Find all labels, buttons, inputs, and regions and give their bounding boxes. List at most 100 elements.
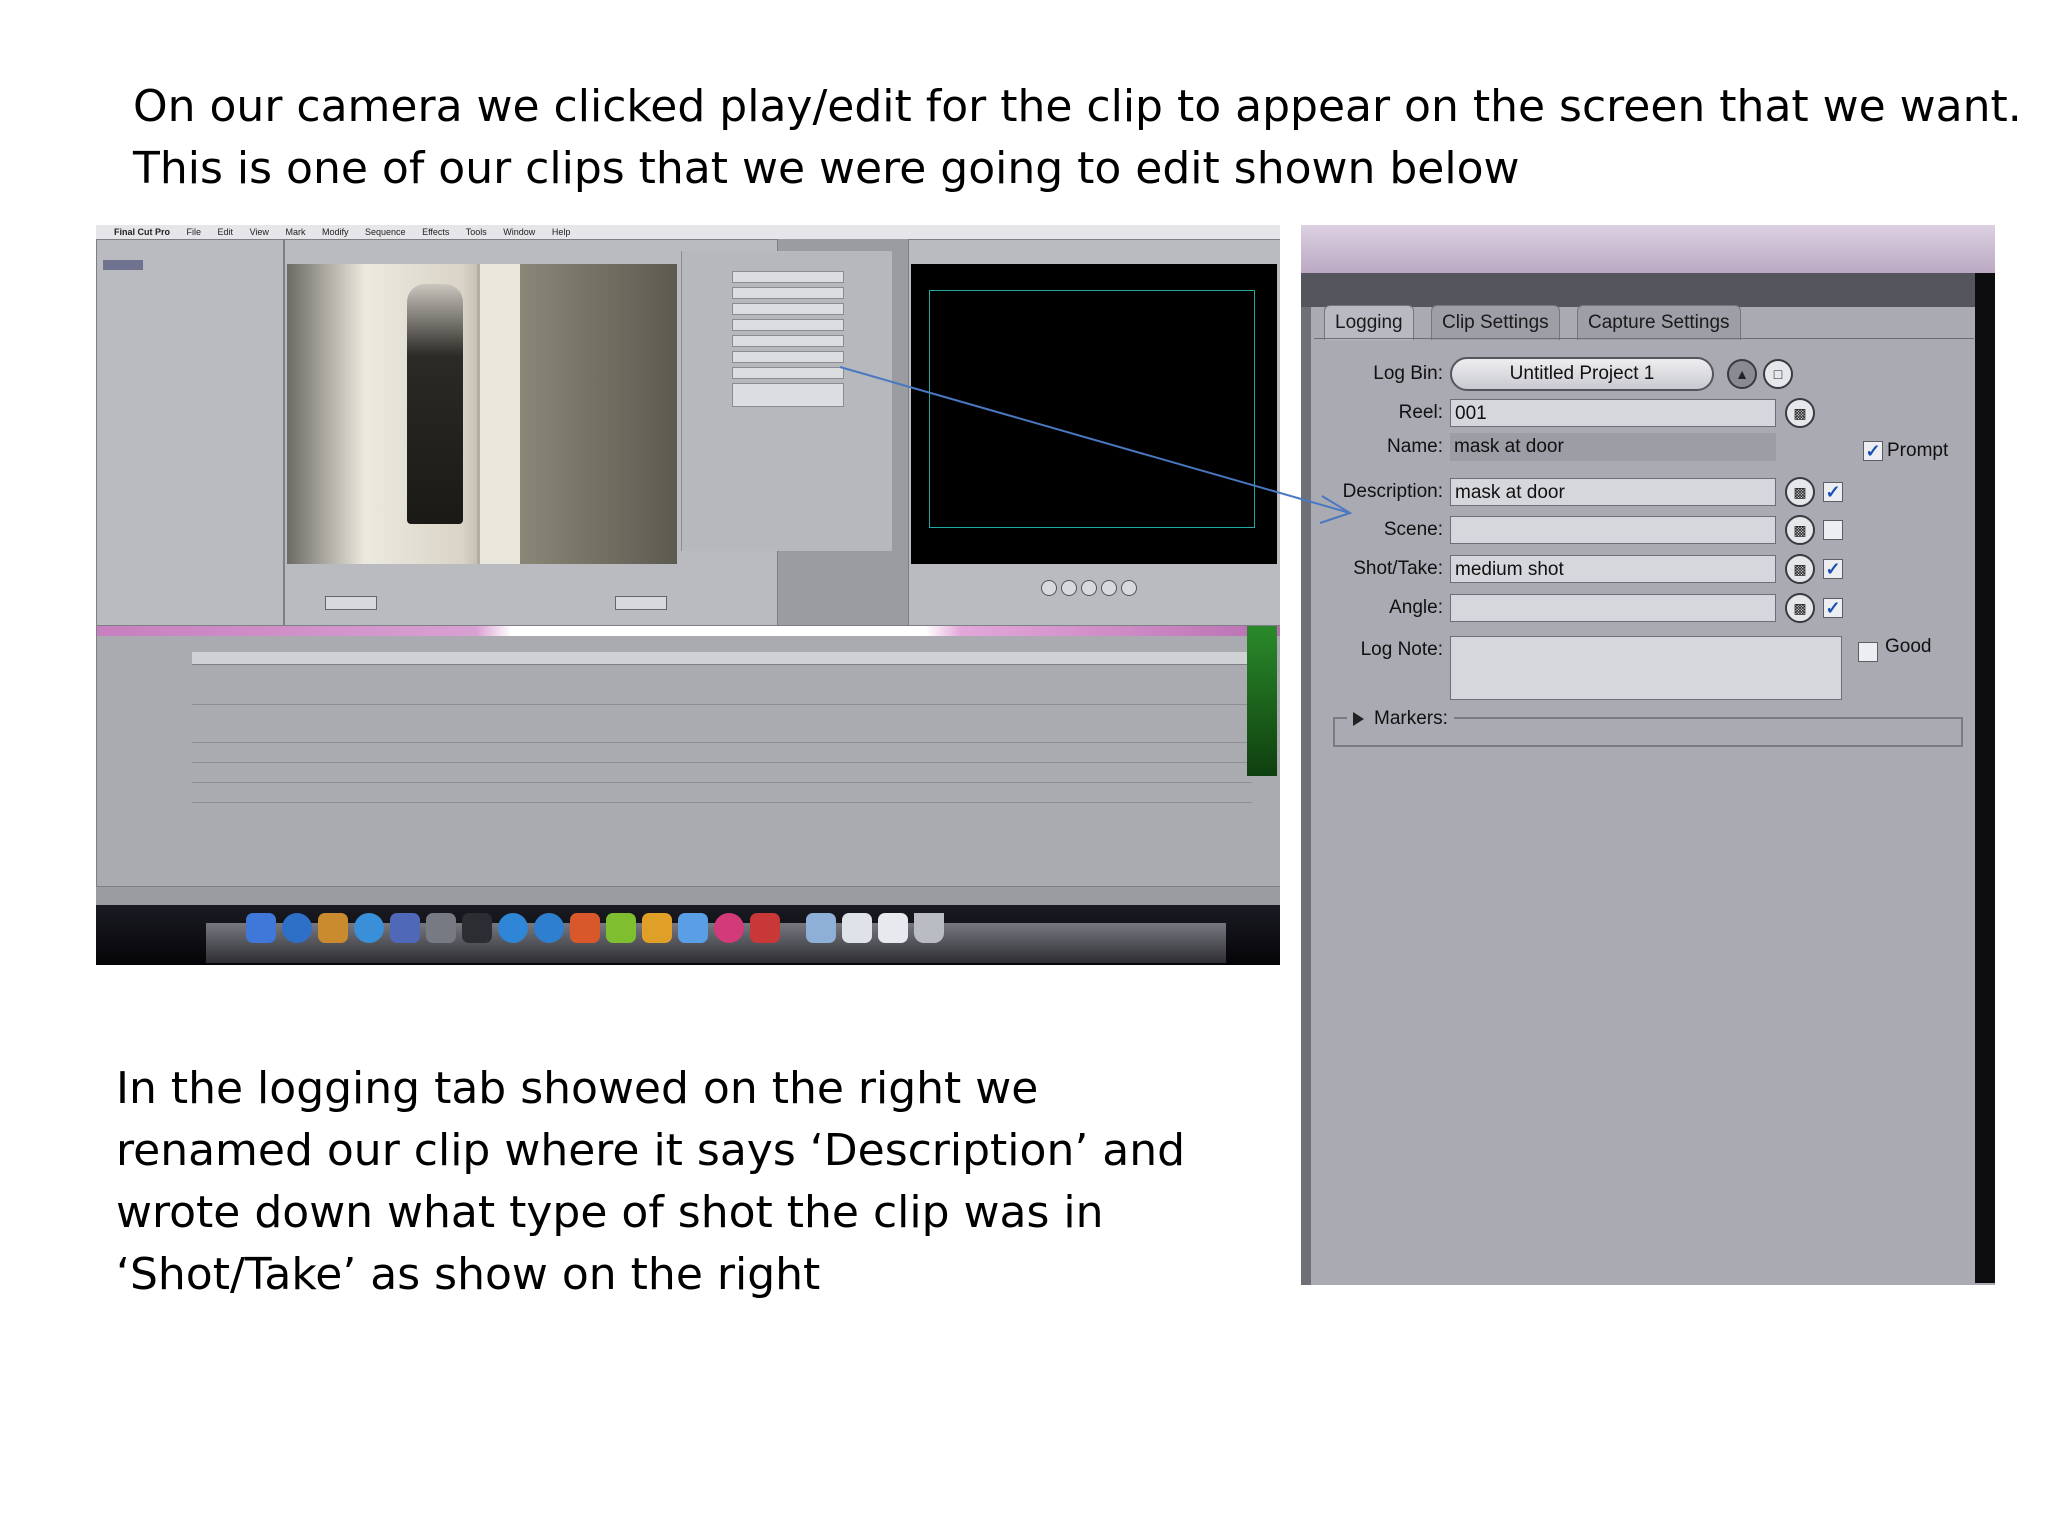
timeline-track-a2[interactable] — [192, 744, 1252, 763]
reel-label: Reel: — [1398, 402, 1443, 423]
timeline-range-bar[interactable] — [97, 626, 1280, 636]
step-back-button[interactable] — [1061, 580, 1077, 596]
fcp-timeline-panel — [96, 625, 1280, 887]
tab-logging[interactable]: Logging — [1324, 305, 1414, 340]
play-button[interactable] — [1081, 580, 1097, 596]
viewer-timecode-in[interactable] — [325, 596, 377, 610]
mini-field-shot-take[interactable] — [732, 351, 844, 363]
mac-dock — [96, 905, 1280, 965]
itunes-icon[interactable] — [354, 913, 384, 943]
fcp-menubar: Final Cut Pro File Edit View Mark Modify… — [96, 225, 1280, 239]
shot-take-label: Shot/Take: — [1353, 558, 1443, 579]
mini-field-log-note[interactable] — [732, 383, 844, 407]
system-preferences-icon[interactable] — [390, 913, 420, 943]
mini-field-scene[interactable] — [732, 335, 844, 347]
log-bin-up-icon[interactable]: ▲ — [1727, 359, 1757, 389]
timeline-track-a4[interactable] — [192, 784, 1252, 803]
log-panel-titlebar — [1301, 225, 1995, 273]
angle-slate-icon[interactable]: ▩ — [1785, 593, 1815, 623]
new-bin-icon[interactable]: □ — [1763, 359, 1793, 389]
name-label: Name: — [1387, 436, 1443, 457]
fcp-menu-tools[interactable]: Tools — [466, 227, 487, 237]
applications-folder-icon[interactable] — [806, 913, 836, 943]
log-panel-left-edge — [1301, 307, 1311, 1285]
markers-label: Markers: — [1347, 705, 1454, 733]
mini-field-angle[interactable] — [732, 367, 844, 379]
mini-field-reel[interactable] — [732, 287, 844, 299]
fcp-browser-item[interactable] — [103, 260, 143, 270]
intro-text: On our camera we clicked play/edit for t… — [133, 76, 2033, 200]
description-checkbox[interactable]: ✓ — [1823, 482, 1843, 502]
garageband-icon[interactable] — [318, 913, 348, 943]
final-cut-pro-icon[interactable] — [462, 913, 492, 943]
mini-field-logbin[interactable] — [732, 271, 844, 283]
good-checkbox[interactable]: ✓ — [1858, 642, 1878, 662]
tab-capture-settings[interactable]: Capture Settings — [1577, 305, 1741, 340]
shot-take-checkbox[interactable]: ✓ — [1823, 559, 1843, 579]
log-note-field[interactable] — [1450, 636, 1842, 700]
documents-icon[interactable] — [842, 913, 872, 943]
fcp-menu-sequence[interactable]: Sequence — [365, 227, 406, 237]
fcp-menu-window[interactable]: Window — [503, 227, 535, 237]
angle-label: Angle: — [1389, 597, 1443, 618]
reel-field[interactable]: 001 — [1450, 399, 1776, 427]
quicktime-icon[interactable] — [498, 913, 528, 943]
timeline-track-a3[interactable] — [192, 764, 1252, 783]
rewind-button[interactable] — [1041, 580, 1057, 596]
fcp-menu-mark[interactable]: Mark — [285, 227, 305, 237]
name-field: mask at door — [1450, 433, 1776, 461]
markers-disclosure-icon[interactable] — [1353, 711, 1364, 726]
camera-icon[interactable] — [534, 913, 564, 943]
livetype-icon[interactable] — [606, 913, 636, 943]
description-slate-icon[interactable]: ▩ — [1785, 477, 1815, 507]
dvd-studio-icon[interactable] — [678, 913, 708, 943]
mini-field-name[interactable] — [732, 303, 844, 315]
description-field[interactable]: mask at door — [1450, 478, 1776, 506]
fcp-menu-help[interactable]: Help — [552, 227, 571, 237]
shot-take-field[interactable]: medium shot — [1450, 555, 1776, 583]
log-bin-button[interactable]: Untitled Project 1 — [1450, 357, 1714, 391]
mini-field-description[interactable] — [732, 319, 844, 331]
scene-checkbox[interactable]: ✓ — [1823, 520, 1843, 540]
fcp-menu-modify[interactable]: Modify — [322, 227, 349, 237]
timeline-ruler[interactable] — [192, 652, 1252, 665]
motion-icon[interactable] — [570, 913, 600, 943]
safari-icon[interactable] — [282, 913, 312, 943]
finder-icon[interactable] — [246, 913, 276, 943]
timeline-track-v1[interactable] — [192, 686, 1252, 705]
viewer-timecode-out[interactable] — [615, 596, 667, 610]
forward-button[interactable] — [1121, 580, 1137, 596]
downloads-icon[interactable] — [878, 913, 908, 943]
scene-field[interactable] — [1450, 516, 1776, 544]
shot-take-slate-icon[interactable]: ▩ — [1785, 554, 1815, 584]
viewer-video-frame[interactable] — [287, 264, 677, 564]
body-text: In the logging tab showed on the right w… — [116, 1058, 1186, 1306]
fcp-menu-view[interactable]: View — [250, 227, 269, 237]
color-icon[interactable] — [714, 913, 744, 943]
fcp-app-menu[interactable]: Final Cut Pro — [114, 227, 170, 237]
soundtrack-icon[interactable] — [642, 913, 672, 943]
canvas-video-frame[interactable] — [911, 264, 1277, 564]
scene-slate-icon[interactable]: ▩ — [1785, 515, 1815, 545]
body-line-4: ‘Shot/Take’ as show on the right — [116, 1249, 821, 1300]
canvas-transport-controls — [911, 570, 1277, 610]
trash-icon[interactable] — [914, 913, 944, 943]
tab-clip-settings[interactable]: Clip Settings — [1431, 305, 1560, 340]
body-line-3: wrote down what type of shot the clip wa… — [116, 1187, 1104, 1238]
step-forward-button[interactable] — [1101, 580, 1117, 596]
timeline-track-a1[interactable] — [192, 724, 1252, 743]
reel-slate-icon[interactable]: ▩ — [1785, 398, 1815, 428]
photo-booth-icon[interactable] — [426, 913, 456, 943]
fcp-menu-file[interactable]: File — [187, 227, 202, 237]
compressor-icon[interactable] — [750, 913, 780, 943]
body-line-2: renamed our clip where it says ‘Descript… — [116, 1125, 1186, 1176]
body-line-1: In the logging tab showed on the right w… — [116, 1063, 1039, 1114]
logging-panel-zoom: Capture Settings Clip Settings Logging L… — [1301, 225, 1995, 1285]
prompt-checkbox[interactable]: ✓ — [1863, 441, 1883, 461]
angle-checkbox[interactable]: ✓ — [1823, 598, 1843, 618]
intro-line-2: This is one of our clips that we were go… — [133, 143, 1520, 194]
fcp-menu-edit[interactable]: Edit — [218, 227, 234, 237]
fcp-menu-effects[interactable]: Effects — [422, 227, 449, 237]
tab-divider — [1314, 338, 1974, 339]
angle-field[interactable] — [1450, 594, 1776, 622]
